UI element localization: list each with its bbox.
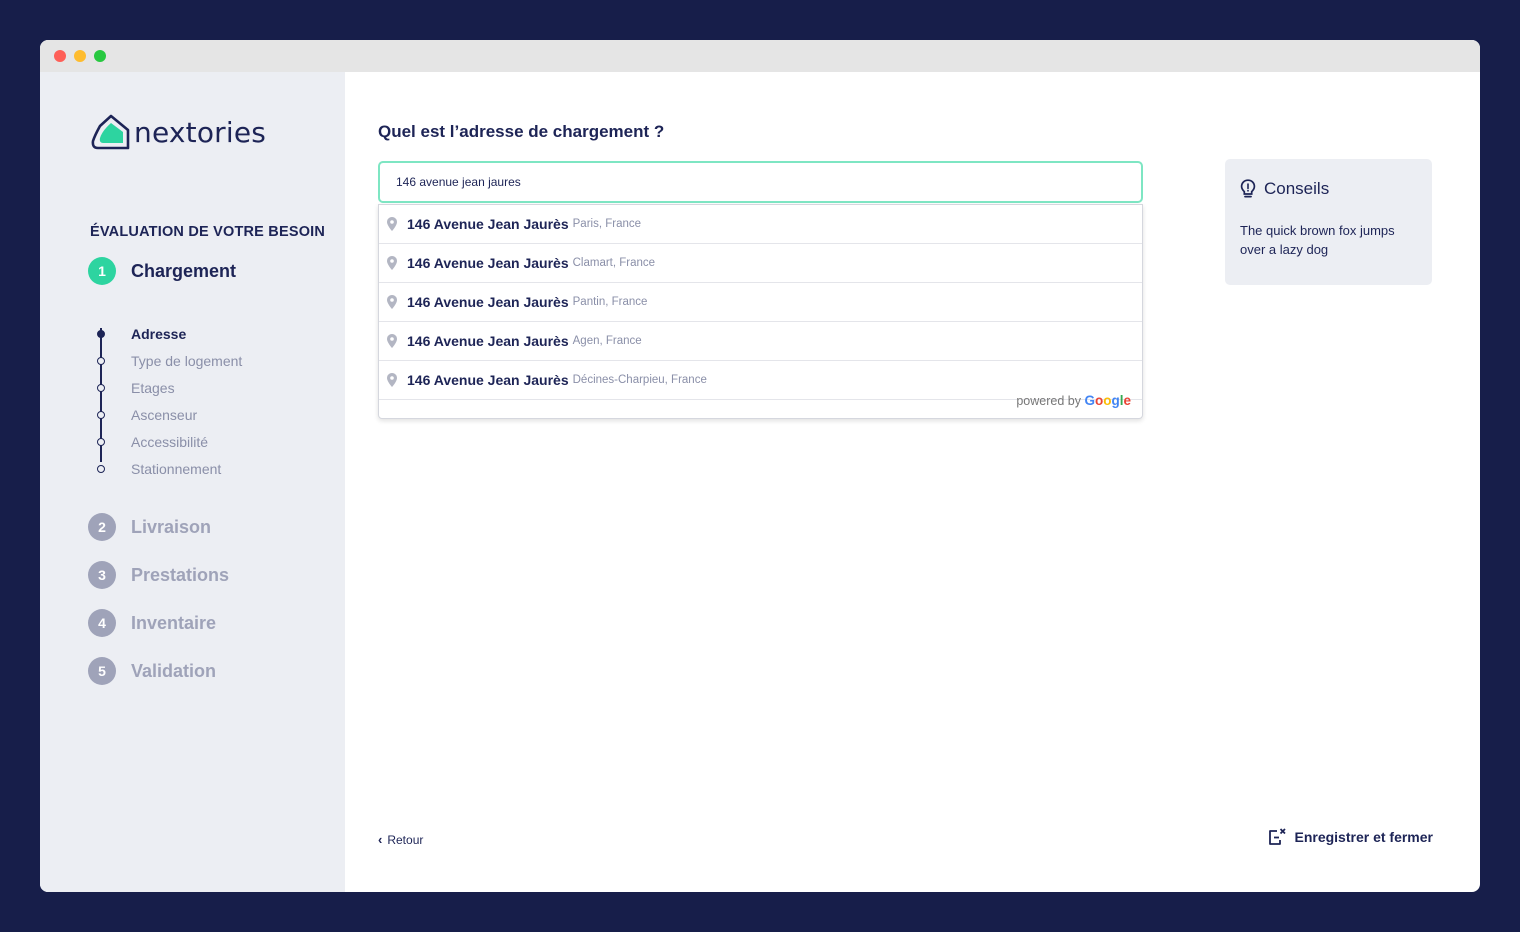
page-title: Quel est l’adresse de chargement ? xyxy=(378,122,665,141)
substep-stationnement[interactable]: Stationnement xyxy=(95,455,335,482)
address-suggestions-dropdown: 146 Avenue Jean Jaurès Paris, France 146… xyxy=(378,204,1143,419)
minimize-window-button[interactable] xyxy=(74,50,86,62)
close-window-button[interactable] xyxy=(54,50,66,62)
substep-ascenseur[interactable]: Ascenseur xyxy=(95,401,335,428)
suggestion-main-text: 146 Avenue Jean Jaurès xyxy=(407,333,569,349)
step-number: 3 xyxy=(88,561,116,589)
tips-panel: Conseils The quick brown fox jumps over … xyxy=(1225,159,1432,285)
suggestion-main-text: 146 Avenue Jean Jaurès xyxy=(407,294,569,310)
tips-title: Conseils xyxy=(1264,179,1330,198)
main-content: Quel est l’adresse de chargement ? 146 A… xyxy=(345,72,1480,892)
suggestion-secondary-text: Décines-Charpieu, France xyxy=(572,374,707,386)
map-pin-icon xyxy=(387,256,397,270)
address-search-input[interactable] xyxy=(378,161,1143,203)
suggestion-secondary-text: Clamart, France xyxy=(572,257,656,269)
step-label: Prestations xyxy=(131,564,230,585)
substep-etages[interactable]: Etages xyxy=(95,374,335,401)
lightbulb-icon xyxy=(1240,179,1256,198)
chevron-left-icon: ‹ xyxy=(378,832,383,847)
step-label: Validation xyxy=(131,660,217,681)
section-title: ÉVALUATION DE VOTRE BESOIN xyxy=(90,224,326,240)
suggestion-main-text: 146 Avenue Jean Jaurès xyxy=(407,372,569,388)
suggestion-main-text: 146 Avenue Jean Jaurès xyxy=(407,255,569,271)
substep-bullet xyxy=(97,437,105,446)
substep-label: Accessibilité xyxy=(131,433,209,450)
step-validation[interactable]: 5 Validation xyxy=(88,657,216,685)
exit-icon xyxy=(1269,828,1287,845)
substep-list: Adresse Type de logement Etages Ascenseu… xyxy=(95,320,335,482)
address-suggestion[interactable]: 146 Avenue Jean Jaurès Paris, France xyxy=(379,205,1142,244)
step-chargement[interactable]: 1 Chargement xyxy=(88,257,236,285)
map-pin-icon xyxy=(387,373,397,387)
house-leaf-logo-icon xyxy=(91,114,130,150)
google-letter: o xyxy=(1094,393,1104,408)
step-label: Inventaire xyxy=(131,612,217,633)
back-label: Retour xyxy=(387,832,424,847)
substep-label: Ascenseur xyxy=(131,406,198,423)
address-suggestion[interactable]: 146 Avenue Jean Jaurès Agen, France xyxy=(379,322,1142,361)
substep-bullet xyxy=(97,329,105,338)
substep-label: Stationnement xyxy=(131,460,222,477)
save-and-close-label: Enregistrer et fermer xyxy=(1294,829,1433,845)
tips-body: The quick brown fox jumps over a lazy do… xyxy=(1240,223,1395,257)
substep-label: Adresse xyxy=(131,325,187,342)
suggestion-main-text: 146 Avenue Jean Jaurès xyxy=(407,216,569,232)
suggestion-secondary-text: Pantin, France xyxy=(572,296,648,308)
substep-adresse[interactable]: Adresse xyxy=(95,320,335,347)
google-letter: g xyxy=(1111,393,1120,408)
step-label: Livraison xyxy=(131,516,212,537)
back-link[interactable]: ‹ Retour xyxy=(378,832,423,847)
step-number: 5 xyxy=(88,657,116,685)
substep-bullet xyxy=(97,464,105,473)
google-letter: e xyxy=(1123,393,1131,408)
step-label: Chargement xyxy=(131,260,237,281)
powered-by-text: powered by xyxy=(1016,394,1081,408)
window-titlebar xyxy=(40,40,1480,72)
substep-label: Type de logement xyxy=(131,352,243,369)
browser-window: nextories ÉVALUATION DE VOTRE BESOIN 1 C… xyxy=(40,40,1480,892)
google-letter: G xyxy=(1084,393,1095,408)
google-logo: Google xyxy=(1084,393,1131,408)
substep-bullet xyxy=(97,410,105,419)
sidebar: nextories ÉVALUATION DE VOTRE BESOIN 1 C… xyxy=(40,72,345,892)
map-pin-icon xyxy=(387,217,397,231)
step-number: 2 xyxy=(88,513,116,541)
step-number: 1 xyxy=(88,257,116,285)
map-pin-icon xyxy=(387,295,397,309)
map-pin-icon xyxy=(387,334,397,348)
address-suggestion[interactable]: 146 Avenue Jean Jaurès Clamart, France xyxy=(379,244,1142,283)
substep-label: Etages xyxy=(131,379,175,396)
suggestion-secondary-text: Paris, France xyxy=(572,218,642,230)
suggestion-secondary-text: Agen, France xyxy=(572,335,642,347)
brand-name: nextories xyxy=(134,115,267,149)
step-number: 4 xyxy=(88,609,116,637)
substep-bullet xyxy=(97,356,105,365)
save-and-close-button[interactable]: Enregistrer et fermer xyxy=(1268,828,1433,846)
tips-header: Conseils xyxy=(1240,179,1329,199)
address-suggestion[interactable]: 146 Avenue Jean Jaurès Pantin, France xyxy=(379,283,1142,322)
brand-logo[interactable]: nextories xyxy=(90,112,266,152)
step-inventaire[interactable]: 4 Inventaire xyxy=(88,609,216,637)
step-livraison[interactable]: 2 Livraison xyxy=(88,513,211,541)
substep-bullet xyxy=(97,383,105,392)
step-prestations[interactable]: 3 Prestations xyxy=(88,561,229,589)
maximize-window-button[interactable] xyxy=(94,50,106,62)
substep-accessibilite[interactable]: Accessibilité xyxy=(95,428,335,455)
substep-type-de-logement[interactable]: Type de logement xyxy=(95,347,335,374)
powered-by-google: powered by Google xyxy=(1016,393,1131,408)
